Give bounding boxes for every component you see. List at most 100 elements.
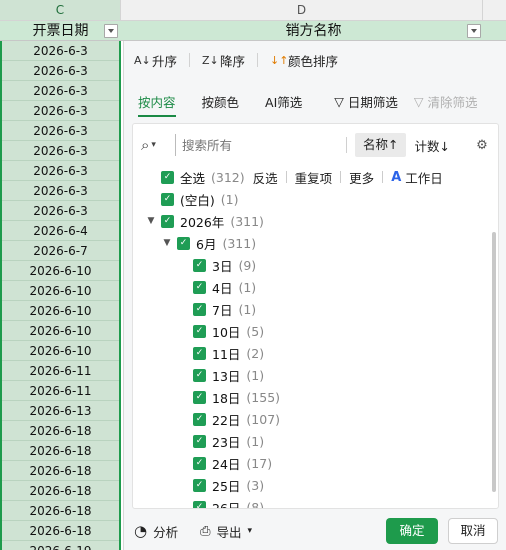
checkbox-checked[interactable]: ✓ <box>193 280 206 294</box>
column-header-d[interactable]: D <box>121 0 483 21</box>
invert-selection-link[interactable]: 反选 <box>253 168 278 187</box>
export-button[interactable]: ⎙ 导出 ▾ <box>200 522 252 541</box>
divider <box>285 171 287 183</box>
checkbox-checked[interactable]: ✓ <box>161 170 174 184</box>
date-cell[interactable]: 2026-6-11 <box>2 381 119 401</box>
checkbox-checked[interactable]: ✓ <box>177 236 190 250</box>
date-filter-button[interactable]: ▽ 日期筛选 <box>334 92 398 111</box>
tab-by-content[interactable]: 按内容 <box>138 92 176 117</box>
clear-filter-button[interactable]: ▽ 清除筛选 <box>414 92 478 111</box>
list-item-day[interactable]: ✓ 3日 (9) <box>133 254 486 276</box>
export-label: 导出 <box>216 524 242 540</box>
date-cell[interactable]: 2026-6-13 <box>2 401 119 421</box>
checkbox-checked[interactable]: ✓ <box>193 346 206 360</box>
search-input[interactable] <box>175 134 338 156</box>
date-cell[interactable]: 2026-6-18 <box>2 521 119 541</box>
list-item-month[interactable]: ▼ ✓ 6月 (311) <box>133 232 486 254</box>
list-item-day[interactable]: ✓ 22日 (107) <box>133 408 486 430</box>
more-link[interactable]: 更多 <box>349 168 374 187</box>
day-label: 24日 <box>212 456 241 472</box>
date-cell[interactable]: 2026-6-18 <box>2 461 119 481</box>
date-cell[interactable]: 2026-6-19 <box>2 541 119 550</box>
list-item-select-all[interactable]: ✓ 全选 (312) 反选 重复项 更多 A 工作日 <box>133 166 486 188</box>
date-cell[interactable]: 2026-6-3 <box>2 201 119 221</box>
sort-descending-icon: Z↓ <box>202 53 219 67</box>
workday-link[interactable]: 工作日 <box>405 168 443 187</box>
list-item-day[interactable]: ✓ 13日 (1) <box>133 364 486 386</box>
list-item-day[interactable]: ✓ 26日 (8) <box>133 496 486 508</box>
search-scope-dropdown[interactable]: ⌕ ▾ <box>141 136 175 154</box>
checkbox-checked[interactable]: ✓ <box>193 434 206 448</box>
checkbox-checked[interactable]: ✓ <box>193 412 206 426</box>
column-header-e[interactable] <box>483 0 506 21</box>
sort-by-name-button[interactable]: 名称↑ <box>355 133 407 157</box>
tab-by-color[interactable]: 按颜色 <box>202 92 240 111</box>
date-cell[interactable]: 2026-6-3 <box>2 41 119 61</box>
list-item-day[interactable]: ✓ 25日 (3) <box>133 474 486 496</box>
list-item-day[interactable]: ✓ 23日 (1) <box>133 430 486 452</box>
checkbox-checked[interactable]: ✓ <box>193 500 206 508</box>
header-cell-seller-name[interactable]: 销方名称 <box>121 21 506 41</box>
list-item-day[interactable]: ✓ 10日 (5) <box>133 320 486 342</box>
checkbox-checked[interactable]: ✓ <box>193 390 206 404</box>
date-cell[interactable]: 2026-6-18 <box>2 501 119 521</box>
checkbox-checked[interactable]: ✓ <box>161 192 174 206</box>
chevron-down-icon: ▾ <box>151 140 156 150</box>
list-item-day[interactable]: ✓ 11日 (2) <box>133 342 486 364</box>
date-cell[interactable]: 2026-6-10 <box>2 281 119 301</box>
filter-dropdown-button[interactable] <box>104 24 118 38</box>
list-item-blank[interactable]: ✓ (空白) (1) <box>133 188 486 210</box>
checkbox-checked[interactable]: ✓ <box>193 302 206 316</box>
cancel-button[interactable]: 取消 <box>448 518 498 544</box>
date-cell[interactable]: 2026-6-3 <box>2 121 119 141</box>
tab-ai-filter[interactable]: AI筛选 <box>265 92 302 111</box>
date-cell[interactable]: 2026-6-18 <box>2 421 119 441</box>
date-cell[interactable]: 2026-6-10 <box>2 301 119 321</box>
date-filter-label: 日期筛选 <box>347 94 398 110</box>
seller-name-title: 销方名称 <box>285 23 342 39</box>
collapse-triangle-icon[interactable]: ▼ <box>161 238 173 248</box>
day-label: 3日 <box>212 258 233 274</box>
date-cell[interactable]: 2026-6-7 <box>2 241 119 261</box>
day-count: (5) <box>246 323 265 339</box>
list-item-day[interactable]: ✓ 24日 (17) <box>133 452 486 474</box>
date-cell[interactable]: 2026-6-18 <box>2 481 119 501</box>
day-label: 18日 <box>212 390 241 406</box>
filter-dropdown-button[interactable] <box>467 24 481 38</box>
date-cell[interactable]: 2026-6-3 <box>2 141 119 161</box>
checkbox-checked[interactable]: ✓ <box>161 214 174 228</box>
duplicates-link[interactable]: 重复项 <box>295 168 333 187</box>
date-cell[interactable]: 2026-6-3 <box>2 81 119 101</box>
date-cell[interactable]: 2026-6-10 <box>2 261 119 281</box>
checkbox-checked[interactable]: ✓ <box>193 324 206 338</box>
sort-by-count-button[interactable]: 计数↓ <box>406 136 457 155</box>
column-header-c[interactable]: C <box>0 0 121 21</box>
date-cell[interactable]: 2026-6-10 <box>2 321 119 341</box>
checkbox-checked[interactable]: ✓ <box>193 478 206 492</box>
list-item-year[interactable]: ▼ ✓ 2026年 (311) <box>133 210 486 232</box>
date-cell[interactable]: 2026-6-3 <box>2 101 119 121</box>
collapse-triangle-icon[interactable]: ▼ <box>145 216 157 226</box>
header-cell-invoice-date[interactable]: 开票日期 <box>0 21 121 41</box>
analysis-button[interactable]: ◔ 分析 <box>134 522 178 541</box>
list-item-day[interactable]: ✓ 18日 (155) <box>133 386 486 408</box>
sort-ascending-label: 升序 <box>152 53 178 69</box>
date-cell[interactable]: 2026-6-11 <box>2 361 119 381</box>
list-item-day[interactable]: ✓ 7日 (1) <box>133 298 486 320</box>
ok-button[interactable]: 确定 <box>386 518 438 544</box>
color-sort-button[interactable]: ↓↑ 颜色排序 <box>270 51 338 70</box>
checkbox-checked[interactable]: ✓ <box>193 456 206 470</box>
list-settings-icon[interactable]: ⚙ <box>474 138 490 153</box>
date-cell[interactable]: 2026-6-4 <box>2 221 119 241</box>
date-cell[interactable]: 2026-6-3 <box>2 181 119 201</box>
date-cell[interactable]: 2026-6-10 <box>2 341 119 361</box>
checkbox-checked[interactable]: ✓ <box>193 368 206 382</box>
list-item-day[interactable]: ✓ 4日 (1) <box>133 276 486 298</box>
list-scrollbar[interactable] <box>492 232 496 492</box>
date-cell[interactable]: 2026-6-3 <box>2 161 119 181</box>
sort-descending-button[interactable]: Z↓ 降序 <box>202 51 245 70</box>
sort-ascending-button[interactable]: A↓ 升序 <box>134 51 177 70</box>
date-cell[interactable]: 2026-6-3 <box>2 61 119 81</box>
date-cell[interactable]: 2026-6-18 <box>2 441 119 461</box>
checkbox-checked[interactable]: ✓ <box>193 258 206 272</box>
